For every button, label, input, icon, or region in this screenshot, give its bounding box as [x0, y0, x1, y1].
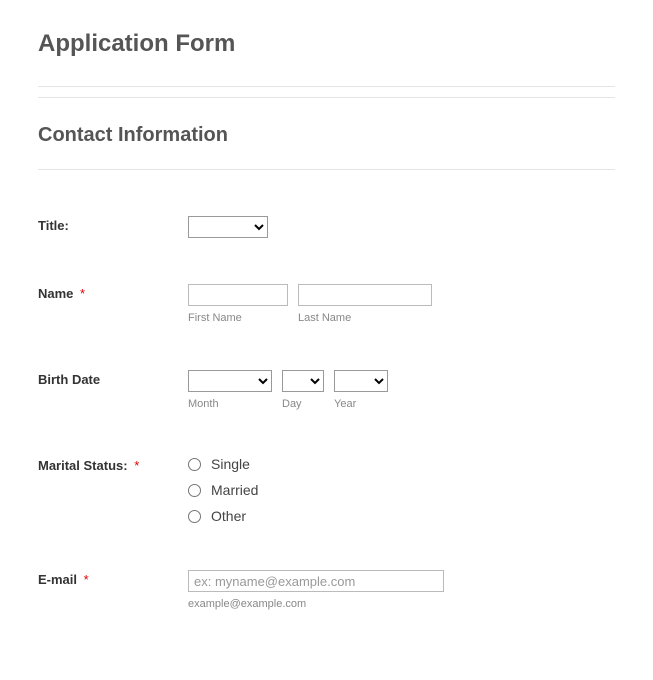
- title-label: Title:: [38, 216, 188, 233]
- form-row-title: Title:: [38, 216, 615, 238]
- email-sublabel: example@example.com: [188, 598, 444, 610]
- birth-day-select[interactable]: [282, 370, 324, 392]
- month-sublabel: Month: [188, 398, 272, 410]
- birthdate-label-text: Birth Date: [38, 372, 100, 387]
- name-label: Name *: [38, 284, 188, 301]
- section-title: Contact Information: [38, 124, 615, 147]
- required-mark: *: [80, 286, 85, 301]
- form-row-email: E-mail * example@example.com: [38, 570, 615, 610]
- day-sublabel: Day: [282, 398, 324, 410]
- page-title: Application Form: [38, 30, 615, 58]
- birth-year-select[interactable]: [334, 370, 388, 392]
- last-name-sublabel: Last Name: [298, 312, 432, 324]
- birth-month-select[interactable]: [188, 370, 272, 392]
- marital-label-text: Marital Status:: [38, 458, 128, 473]
- last-name-input[interactable]: [298, 284, 432, 306]
- form-row-birthdate: Birth Date Month Day Year: [38, 370, 615, 410]
- form-row-name: Name * First Name Last Name: [38, 284, 615, 324]
- email-label: E-mail *: [38, 570, 188, 587]
- radio-single[interactable]: [188, 458, 201, 471]
- email-input[interactable]: [188, 570, 444, 592]
- birthdate-label: Birth Date: [38, 370, 188, 387]
- radio-item-single[interactable]: Single: [188, 456, 258, 472]
- title-select[interactable]: [188, 216, 268, 238]
- radio-other[interactable]: [188, 510, 201, 523]
- first-name-sublabel: First Name: [188, 312, 288, 324]
- radio-married[interactable]: [188, 484, 201, 497]
- name-label-text: Name: [38, 286, 73, 301]
- marital-label: Marital Status: *: [38, 456, 188, 473]
- form-row-marital: Marital Status: * Single Married Other: [38, 456, 615, 524]
- first-name-input[interactable]: [188, 284, 288, 306]
- radio-item-married[interactable]: Married: [188, 482, 258, 498]
- title-label-text: Title:: [38, 218, 69, 233]
- radio-other-label: Other: [211, 508, 246, 524]
- marital-radio-group: Single Married Other: [188, 456, 258, 524]
- radio-item-other[interactable]: Other: [188, 508, 258, 524]
- required-mark: *: [134, 458, 139, 473]
- radio-single-label: Single: [211, 456, 250, 472]
- divider: [38, 169, 615, 170]
- divider: [38, 86, 615, 87]
- required-mark: *: [84, 572, 89, 587]
- divider: [38, 97, 615, 98]
- year-sublabel: Year: [334, 398, 388, 410]
- radio-married-label: Married: [211, 482, 258, 498]
- email-label-text: E-mail: [38, 572, 77, 587]
